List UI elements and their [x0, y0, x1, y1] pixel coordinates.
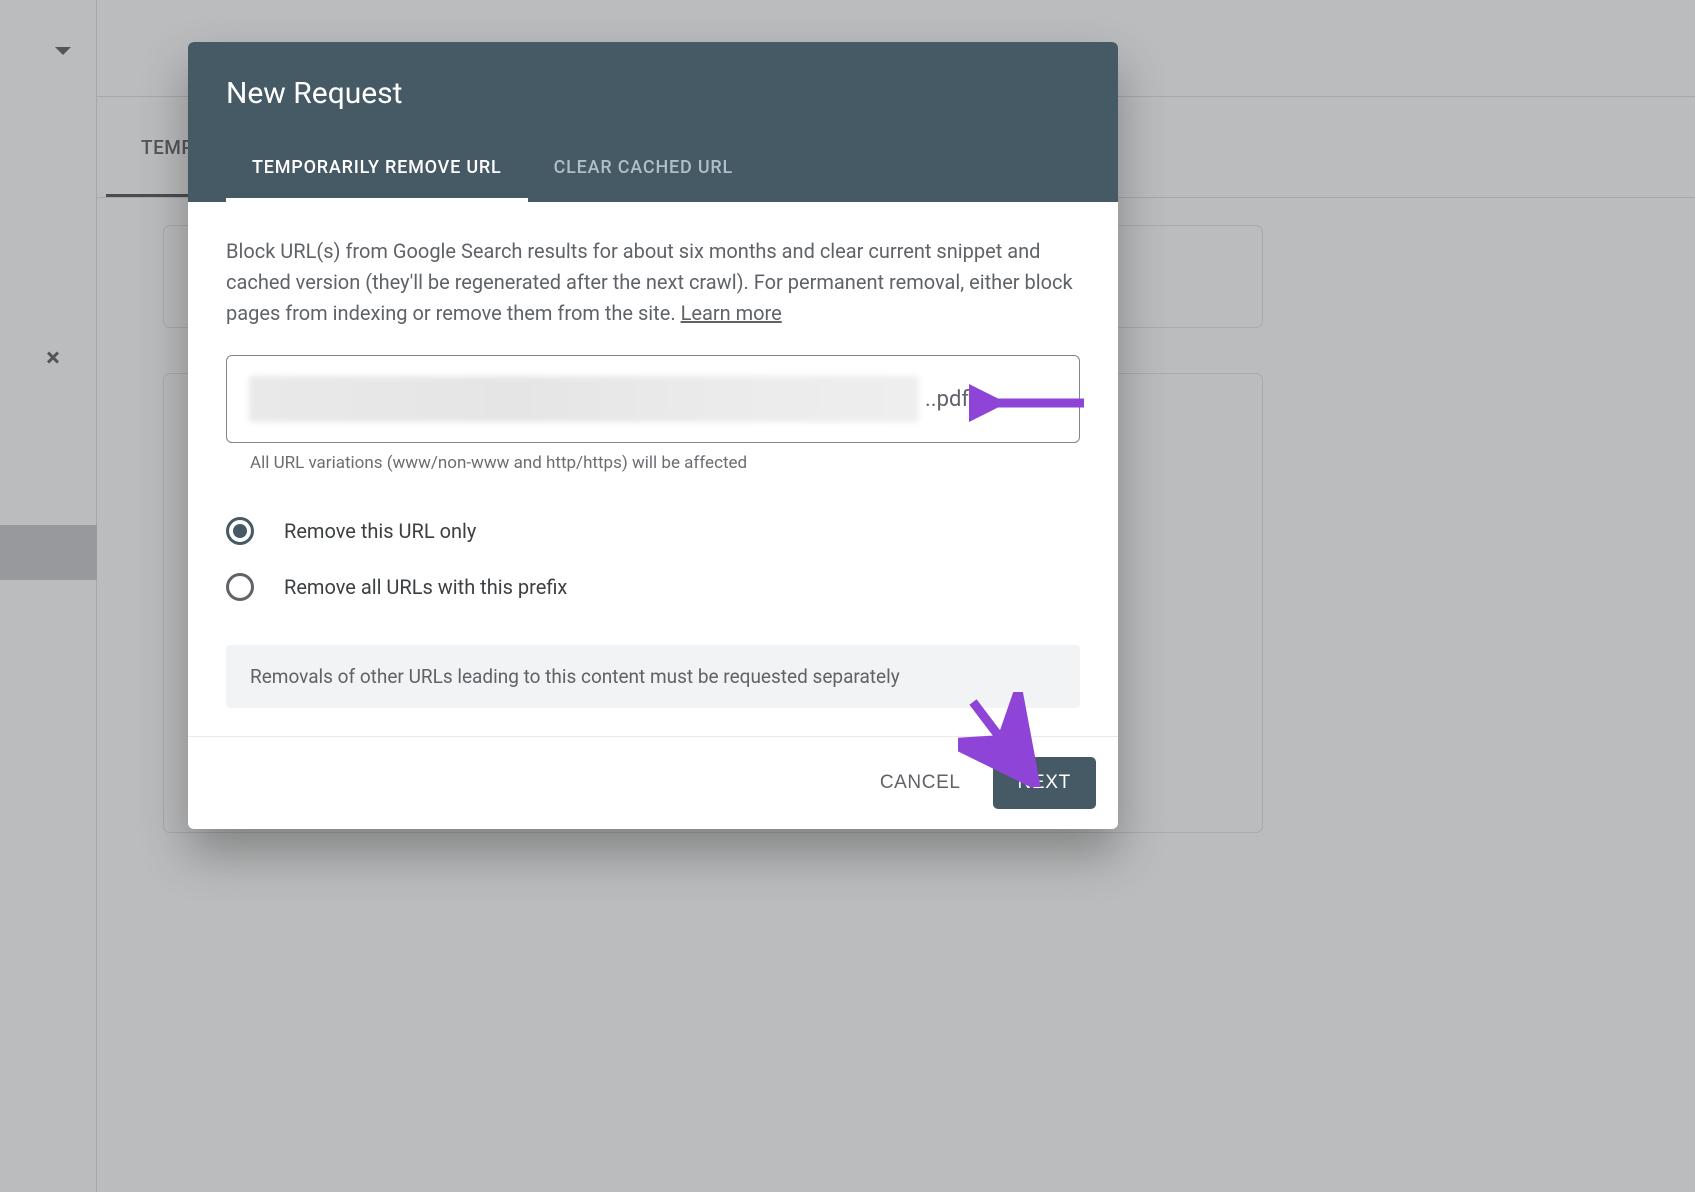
radio-remove-all-with-prefix[interactable]: Remove all URLs with this prefix	[226, 559, 1080, 615]
radio-remove-this-url-only[interactable]: Remove this URL only	[226, 503, 1080, 559]
radio-label: Remove this URL only	[284, 519, 476, 543]
radio-icon	[226, 517, 254, 545]
new-request-modal: New Request TEMPORARILY REMOVE URL CLEAR…	[188, 42, 1118, 829]
radio-label: Remove all URLs with this prefix	[284, 575, 567, 599]
radio-icon	[226, 573, 254, 601]
cancel-button[interactable]: CANCEL	[870, 760, 971, 806]
modal-header: New Request TEMPORARILY REMOVE URL CLEAR…	[188, 42, 1118, 202]
modal-title: New Request	[226, 76, 1080, 111]
tab-clear-cached-url[interactable]: CLEAR CACHED URL	[528, 139, 759, 202]
tab-temporarily-remove-url[interactable]: TEMPORARILY REMOVE URL	[226, 139, 528, 202]
modal-description: Block URL(s) from Google Search results …	[226, 236, 1080, 329]
annotation-arrow-url-icon	[969, 378, 1089, 428]
url-suffix: ..pdf	[925, 387, 969, 412]
modal-tabs: TEMPORARILY REMOVE URL CLEAR CACHED URL	[226, 139, 1080, 202]
remove-scope-radio-group: Remove this URL only Remove all URLs wit…	[226, 503, 1080, 615]
url-helper-text: All URL variations (www/non-www and http…	[250, 453, 1080, 473]
modal-footer: CANCEL NEXT	[188, 736, 1118, 829]
info-note: Removals of other URLs leading to this c…	[226, 645, 1080, 708]
description-text: Block URL(s) from Google Search results …	[226, 239, 1073, 325]
url-input[interactable]: ..pdf	[226, 355, 1080, 443]
next-button[interactable]: NEXT	[993, 757, 1096, 809]
url-value-redacted	[249, 376, 919, 422]
learn-more-link[interactable]: Learn more	[681, 301, 782, 325]
modal-body: Block URL(s) from Google Search results …	[188, 202, 1118, 736]
